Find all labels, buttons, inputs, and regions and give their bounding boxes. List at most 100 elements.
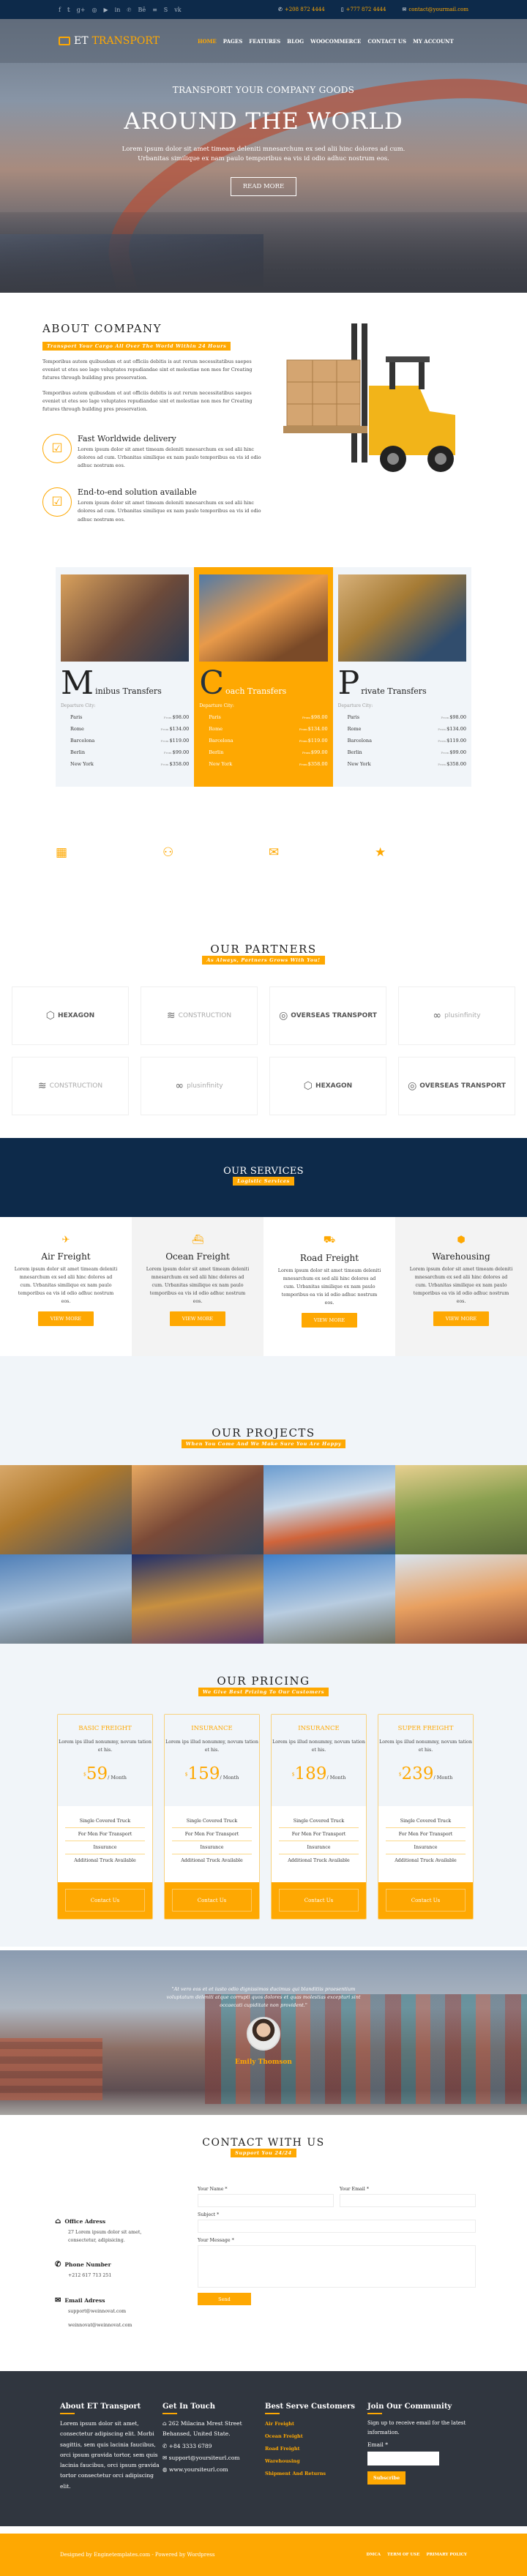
twitter-icon[interactable]: 𝕥 [67, 7, 70, 13]
hero-city-image [0, 212, 527, 293]
office-text: 27 Lorem ipsum dolor sit amet, consectet… [68, 2230, 142, 2243]
city-price: From$134.00 [438, 726, 466, 732]
dribbble-icon[interactable]: ◎ [92, 7, 97, 13]
behance-icon[interactable]: Bē [138, 7, 146, 13]
footer-link[interactable]: Road Freight [265, 2446, 367, 2452]
view-more-button[interactable]: VIEW MORE [301, 1313, 358, 1328]
nav-item-my-account[interactable]: MY ACCOUNT [413, 38, 454, 45]
subject-field[interactable] [198, 2220, 476, 2233]
view-more-button[interactable]: VIEW MORE [433, 1311, 490, 1327]
contact-us-button[interactable]: Contact Us [172, 1889, 252, 1912]
footer-link[interactable]: Shipment And Returns [265, 2471, 367, 2476]
project-image-truck-airport[interactable] [264, 1554, 395, 1644]
partner-logo[interactable]: ≋ CONSTRUCTION [12, 1057, 129, 1115]
departure-label: Departure City: [199, 703, 234, 709]
transfer-row[interactable]: Rome From$134.00 [199, 726, 327, 732]
transfer-row[interactable]: Paris From$98.00 [199, 714, 327, 720]
pinterest-icon[interactable]: ℗ [127, 7, 131, 13]
project-image-night-container-terminal[interactable] [132, 1554, 264, 1644]
view-more-button[interactable]: VIEW MORE [37, 1311, 94, 1327]
contact-us-button[interactable]: Contact Us [65, 1889, 145, 1912]
message-field[interactable] [198, 2245, 476, 2288]
transfer-row[interactable]: Barcelona From$119.00 [61, 738, 189, 744]
project-image-container-stacks[interactable] [395, 1554, 527, 1644]
pricing-card-header: BASIC FREIGHT Lorem ips illud nonummy, no… [58, 1715, 152, 1806]
read-more-button[interactable]: READ MORE [230, 177, 297, 197]
transfer-row[interactable]: New York From$358.00 [338, 761, 466, 767]
footer-link[interactable]: Warehousing [265, 2458, 367, 2464]
project-image-highway-trucks[interactable] [395, 1465, 527, 1554]
partner-logo[interactable]: ⬡ HEXAGON [269, 1057, 386, 1115]
project-image-port-cranes[interactable] [0, 1465, 132, 1554]
transfer-row[interactable]: Rome From$134.00 [61, 726, 189, 732]
legal-link[interactable]: TERM OF USE [387, 2553, 419, 2557]
legal-link[interactable]: DMCA [366, 2553, 381, 2557]
footer-website[interactable]: ◍ www.yoursiteurl.com [162, 2465, 265, 2475]
top-email[interactable]: ✉ contact@yourmail.com [402, 7, 468, 12]
transfer-row[interactable]: New York From$358.00 [61, 761, 189, 767]
partner-logo[interactable]: ∞ plusinfinity [398, 986, 515, 1045]
footer-link[interactable]: Air Freight [265, 2421, 367, 2427]
project-image-cargo-ship-sunset[interactable] [132, 1465, 264, 1554]
partner-logo[interactable]: ⬡ HEXAGON [12, 986, 129, 1045]
from-label: From [163, 751, 172, 755]
subscribe-button[interactable]: Subscribe [367, 2471, 406, 2485]
nav-item-blog[interactable]: BLOG [287, 38, 304, 45]
plan-features: Single Covered Truck For Men For Transpor… [165, 1806, 259, 1882]
transfer-name: rivate Transfers [361, 686, 427, 697]
skype-icon[interactable]: S [164, 7, 168, 13]
transfer-card: Minibus Transfers Departure City: Paris Fro… [56, 567, 195, 787]
transfer-row[interactable]: New York From$358.00 [199, 761, 327, 767]
stack-icon[interactable]: ≡ [152, 7, 157, 13]
contact-us-button[interactable]: Contact Us [279, 1889, 359, 1912]
name-field[interactable] [198, 2194, 334, 2207]
transfer-row[interactable]: Paris From$98.00 [61, 714, 189, 720]
contact-title: CONTACT WITH US [202, 2137, 325, 2149]
partner-logo[interactable]: ◎ OVERSEAS TRANSPORT [269, 986, 386, 1045]
transfer-row[interactable]: Rome From$134.00 [338, 726, 466, 732]
view-more-button[interactable]: VIEW MORE [169, 1311, 226, 1327]
top-mobile[interactable]: ▯ +777 872 4444 [341, 7, 386, 12]
transfer-row[interactable]: Paris From$98.00 [338, 714, 466, 720]
transfer-row[interactable]: Berlin From$99.00 [199, 749, 327, 755]
city-price: From$358.00 [438, 761, 466, 767]
legal-link[interactable]: PRIMARY POLICY [426, 2553, 467, 2557]
transfer-row[interactable]: Berlin From$99.00 [338, 749, 466, 755]
project-image-airplane-loading[interactable] [0, 1554, 132, 1644]
city-price: From$99.00 [302, 749, 328, 755]
google-plus-icon[interactable]: g+ [77, 7, 86, 13]
send-button[interactable]: Send [198, 2293, 251, 2305]
subscribe-email-field[interactable] [367, 2452, 439, 2466]
nav-item-pages[interactable]: PAGES [223, 38, 243, 45]
footer-link[interactable]: Ocean Freight [265, 2433, 367, 2439]
logo-suffix: TRANSPORT [91, 35, 160, 47]
transfer-row[interactable]: Barcelona From$119.00 [199, 738, 327, 744]
plan-feature: Additional Truck Available [74, 1858, 136, 1863]
footer-email[interactable]: ✉ support@yoursiteurl.com [162, 2453, 265, 2463]
nav-item-contact-us[interactable]: CONTACT US [367, 38, 406, 45]
youtube-icon[interactable]: ▶ [103, 7, 108, 13]
project-image-container-ship-harbor[interactable] [264, 1465, 395, 1554]
construction-logo-icon: ≋ [166, 1010, 176, 1022]
facebook-icon[interactable]: f [59, 7, 61, 13]
plan-feature: Single Covered Truck [279, 1815, 359, 1828]
pricing-card: INSURANCE Lorem ips illud nonummy, novum … [164, 1714, 260, 1920]
transfer-row[interactable]: Barcelona From$119.00 [338, 738, 466, 744]
linkedin-icon[interactable]: in [115, 7, 121, 13]
partner-logo[interactable]: ◎ OVERSEAS TRANSPORT [398, 1057, 515, 1115]
contact-us-button[interactable]: Contact Us [386, 1889, 466, 1912]
nav-item-home[interactable]: HOME [198, 38, 217, 45]
partner-logo[interactable]: ≋ CONSTRUCTION [141, 986, 258, 1045]
city-name: Paris [209, 714, 221, 721]
from-label: From [441, 716, 449, 720]
partner-logo[interactable]: ∞ plusinfinity [141, 1057, 258, 1115]
top-phone[interactable]: ✆ +208 872 4444 [278, 7, 325, 12]
footer-email-label: Email * [367, 2441, 388, 2449]
nav-item-features[interactable]: FEATURES [249, 38, 280, 45]
transfer-row[interactable]: Berlin From$99.00 [61, 749, 189, 755]
email-field[interactable] [340, 2194, 476, 2207]
contact-tagline: Support You 24/24 [231, 2149, 296, 2157]
vk-icon[interactable]: vk [174, 7, 181, 13]
nav-item-woocommerce[interactable]: WOOCOMMERCE [310, 38, 361, 45]
logo[interactable]: ET TRANSPORT [59, 35, 160, 47]
